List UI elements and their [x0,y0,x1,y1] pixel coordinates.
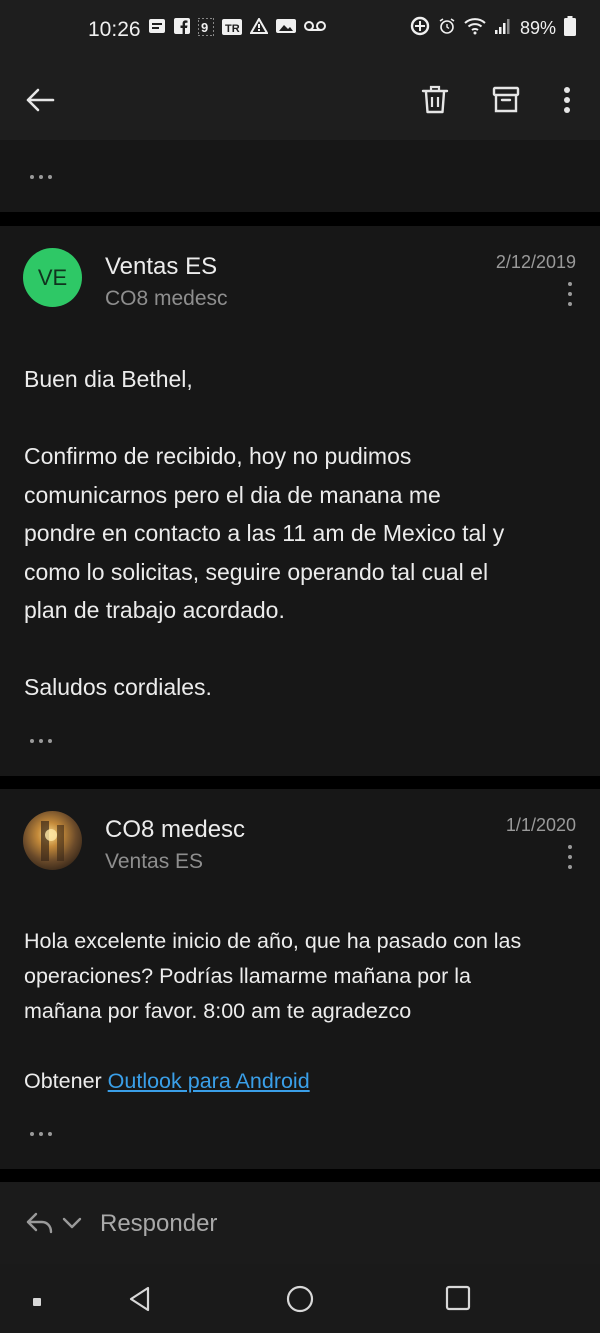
data-saver-icon [410,16,430,41]
body-line: Confirmo de recibido, hoy no pudimos [24,443,412,469]
message-more-button[interactable] [566,845,574,869]
recipient-name: Ventas ES [105,850,204,873]
notification-icons: 9 TR [148,16,326,37]
body-line: operaciones? Podrías llamarme mañana por… [24,964,471,988]
greeting: Buen dia Bethel, [24,366,193,392]
expand-dots-icon [30,175,52,179]
avatar-initials: VE [37,264,68,290]
message-date: 2/12/2019 [495,252,576,272]
divider [0,212,600,226]
status-time: 10:26 [88,18,141,41]
more-vert-icon [564,87,570,113]
message-body: Buen dia Bethel, Confirmo de recibido, h… [24,360,580,707]
body-line: como lo solicitas, seguire operando tal … [24,558,489,585]
body-line: pondre en contacto a las 11 am de Mexico… [24,520,505,546]
message-icon [148,18,166,36]
archive-icon [492,86,520,113]
image-icon [276,18,296,36]
home-nav-icon[interactable] [285,1284,315,1319]
trash-icon [421,85,449,114]
nine-gag-icon: 9 [197,17,215,37]
closing: Saludos cordiales. [24,674,212,700]
reply-bar[interactable]: Responder [0,1182,600,1264]
avatar-photo[interactable] [23,811,82,870]
signature-prefix: Obtener [24,1069,102,1093]
battery-icon [564,16,576,41]
body-line: Hola excelente inicio de año, que ha pas… [24,929,522,953]
svg-text:TR: TR [225,23,240,35]
chevron-down-icon[interactable] [62,1216,82,1234]
voicemail-icon [304,18,326,36]
app-tr-icon: TR [222,18,242,36]
show-quoted-text-button[interactable] [30,1132,52,1136]
body-line: comunicarnos pero el dia de manana me [24,481,441,508]
message-card: VE Ventas ES CO8 medesc 2/12/2019 Buen d… [0,226,600,776]
message-card: CO8 medesc Ventas ES 1/1/2020 Hola excel… [0,789,600,1169]
sender-name: Ventas ES [105,253,218,280]
system-icons: 89% [410,16,576,41]
message-date: 1/1/2020 [505,815,576,835]
archive-button[interactable] [484,78,528,122]
back-button[interactable] [18,78,62,122]
divider [0,1169,600,1182]
divider [0,776,600,789]
body-line: mañana por favor. 8:00 am te agradezco [24,999,412,1023]
nav-dot-icon[interactable] [32,1294,42,1312]
wifi-icon [464,17,486,40]
body-line: plan de trabajo acordado. [24,597,285,623]
avatar[interactable]: VE [23,248,82,307]
outlook-android-link[interactable]: Outlook para Android [108,1069,310,1093]
recents-nav-icon[interactable] [444,1284,472,1317]
more-options-button[interactable] [545,78,589,122]
reply-icon[interactable] [26,1212,54,1239]
signal-icon [494,17,512,40]
alert-triangle-icon [249,16,269,36]
facebook-icon [174,18,190,36]
message-more-button[interactable] [566,282,574,306]
back-arrow-icon [26,88,55,112]
battery-percent: 89% [519,18,556,38]
sender-name: CO8 medesc [105,816,246,843]
back-nav-icon[interactable] [126,1285,154,1318]
recipient-name: CO8 medesc [105,287,228,310]
signature: Obtener Outlook para Android [24,1064,580,1099]
collapsed-messages[interactable] [0,140,600,212]
app-bar [0,60,600,140]
delete-button[interactable] [413,78,457,122]
svg-text:9: 9 [201,20,208,35]
message-body: Hola excelente inicio de año, que ha pas… [24,924,580,1099]
show-quoted-text-button[interactable] [30,739,52,743]
status-bar: 10:26 9 TR 89% [0,0,600,60]
reply-label[interactable]: Responder [100,1210,217,1238]
navigation-bar [0,1264,600,1333]
alarm-icon [438,17,456,40]
